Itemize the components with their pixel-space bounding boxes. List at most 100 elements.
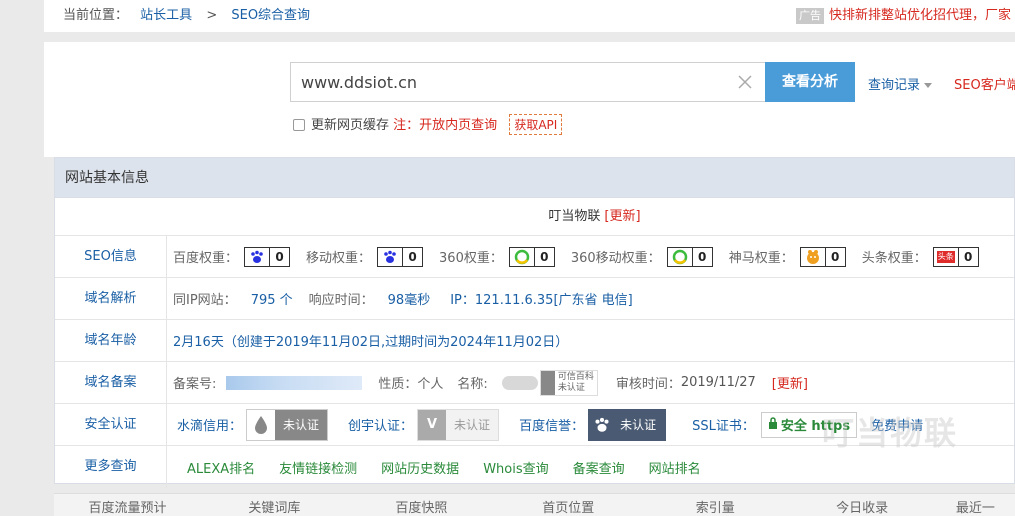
review-value: 2019/11/27 bbox=[680, 375, 756, 390]
toutiao-tag: 头条 bbox=[936, 250, 955, 263]
360-icon bbox=[510, 248, 534, 266]
link-icp[interactable]: 备案查询 bbox=[573, 458, 625, 477]
weight-value: 0 bbox=[533, 247, 554, 266]
site-update-link[interactable]: [更新] bbox=[604, 209, 640, 224]
weight-360[interactable]: 360权重： 0 bbox=[439, 246, 555, 267]
breadcrumb-separator: > bbox=[206, 8, 218, 23]
link-history[interactable]: 网站历史数据 bbox=[381, 458, 459, 477]
domain-resolve-body: 同IP网站： 795 个 响应时间： 98毫秒 IP： 121.11.6.35[… bbox=[167, 278, 1014, 319]
weight-badge: 0 bbox=[244, 246, 291, 267]
weight-name: 360移动权重： bbox=[570, 251, 661, 266]
domain-resolve-row: 域名解析 同IP网站： 795 个 响应时间： 98毫秒 IP： 121.11.… bbox=[55, 278, 1014, 320]
link-friend-links[interactable]: 友情链接检测 bbox=[279, 458, 357, 477]
icp-update-link[interactable]: [更新] bbox=[772, 373, 808, 392]
weight-360-mobile[interactable]: 360移动权重： 0 bbox=[570, 246, 713, 267]
review-label: 审核时间： bbox=[615, 377, 681, 392]
icp-number-redacted[interactable] bbox=[226, 375, 363, 390]
breadcrumb-item-seo[interactable]: SEO综合查询 bbox=[231, 8, 310, 23]
tab-snapshot[interactable]: 百度快照 bbox=[348, 494, 495, 516]
history-dropdown[interactable]: 查询记录 bbox=[868, 74, 933, 93]
icp-number-label: 备案号: bbox=[173, 377, 217, 392]
weight-name: 头条权重： bbox=[861, 251, 927, 266]
weight-baidu[interactable]: 百度权重： 0 bbox=[173, 246, 291, 267]
link-alexa[interactable]: ALEXA排名 bbox=[187, 458, 255, 477]
weight-badge: 头条 0 bbox=[932, 246, 979, 267]
link-whois[interactable]: Whois查询 bbox=[483, 458, 548, 477]
close-icon[interactable] bbox=[735, 72, 755, 92]
inner-page-note[interactable]: 注：开放内页查询 bbox=[393, 118, 497, 133]
seo-weights: 百度权重： 0 移动权重： 0 360权重： 0 360移动权重： 0 神马权重… bbox=[167, 236, 1014, 277]
weight-name: 神马权重： bbox=[728, 251, 794, 266]
breadcrumb: 当前位置： 站长工具 > SEO综合查询 bbox=[63, 4, 310, 23]
watermark: 叮当物联 bbox=[822, 414, 959, 452]
icp-label: 域名备案 bbox=[55, 362, 167, 403]
baidu-credit-label: 百度信誉： bbox=[519, 419, 585, 434]
weight-badge: 0 bbox=[666, 246, 713, 267]
water-drop-icon bbox=[247, 409, 276, 440]
search-input[interactable] bbox=[301, 63, 721, 101]
tab-recent[interactable]: 最近一 bbox=[936, 494, 1015, 516]
shuidi-value: 未认证 bbox=[283, 418, 320, 432]
tab-homepage-position[interactable]: 首页位置 bbox=[495, 494, 642, 516]
more-label: 更多查询 bbox=[55, 446, 167, 488]
link-rank[interactable]: 网站排名 bbox=[649, 458, 701, 477]
domain-age-label: 域名年龄 bbox=[55, 320, 167, 361]
ip-label: IP： bbox=[450, 293, 475, 308]
toutiao-icon: 头条 bbox=[934, 248, 958, 266]
weight-name: 百度权重： bbox=[173, 251, 239, 266]
baike-icon bbox=[540, 370, 555, 395]
baike-line2: 未认证 bbox=[557, 382, 585, 393]
v-badge-icon: V bbox=[418, 409, 447, 440]
refresh-cache-label: 更新网页缓存 bbox=[311, 118, 390, 133]
chuangyu-label: 创宇认证： bbox=[348, 419, 414, 434]
get-api-button[interactable]: 获取API bbox=[509, 114, 563, 135]
name-redacted bbox=[501, 375, 538, 390]
domain-age-body: 2月16天（创建于2019年11月02日,过期时间为2024年11月02日） bbox=[167, 320, 1014, 361]
seo-row: SEO信息 百度权重： 0 移动权重： 0 360权重： 0 360移动权重： … bbox=[55, 236, 1014, 278]
nature-value: 个人 bbox=[417, 377, 444, 392]
icp-body: 备案号: 性质： 个人 名称: 可信百科 未认证 审核时间： 2019/11/2… bbox=[167, 362, 1014, 403]
site-name: 叮当物联 bbox=[548, 209, 601, 224]
weight-value: 0 bbox=[824, 247, 845, 266]
breadcrumb-item-tools[interactable]: 站长工具 bbox=[140, 8, 192, 23]
360-icon bbox=[668, 248, 692, 266]
same-ip-value[interactable]: 795 个 bbox=[251, 289, 293, 308]
domain-age-value: 2月16天（创建于2019年11月02日,过期时间为2024年11月02日） bbox=[173, 335, 569, 350]
bottom-tabs: 百度流量预计 关键词库 百度快照 首页位置 索引量 今日收录 最近一 bbox=[54, 493, 1015, 516]
domain-resolve-label: 域名解析 bbox=[55, 278, 167, 319]
seo-client-link[interactable]: SEO客户端 bbox=[954, 74, 1015, 93]
lock-icon bbox=[768, 416, 778, 433]
chuangyu-badge[interactable]: V 未认证 bbox=[417, 408, 500, 441]
ad-text[interactable]: 快排新排整站优化招代理，厂家 bbox=[829, 8, 1011, 23]
shuidi-badge[interactable]: 未认证 bbox=[246, 408, 329, 441]
icp-row: 域名备案 备案号: 性质： 个人 名称: 可信百科 未认证 审核时间： 2019… bbox=[55, 362, 1014, 404]
refresh-cache-checkbox[interactable] bbox=[293, 119, 305, 131]
weight-toutiao[interactable]: 头条权重： 头条 0 bbox=[861, 246, 979, 267]
baidu-paw-icon bbox=[588, 409, 616, 441]
chuangyu-value: 未认证 bbox=[454, 418, 491, 432]
shuidi-label: 水滴信用： bbox=[177, 419, 243, 434]
breadcrumb-prefix: 当前位置： bbox=[63, 8, 129, 23]
tab-traffic[interactable]: 百度流量预计 bbox=[54, 494, 201, 516]
tab-keywords[interactable]: 关键词库 bbox=[201, 494, 348, 516]
domain-age-row: 域名年龄 2月16天（创建于2019年11月02日,过期时间为2024年11月0… bbox=[55, 320, 1014, 362]
tab-today-indexed[interactable]: 今日收录 bbox=[789, 494, 936, 516]
weight-value: 0 bbox=[269, 247, 289, 266]
baidu-credit-badge[interactable]: 未认证 bbox=[588, 408, 667, 441]
weight-value: 0 bbox=[402, 247, 422, 266]
response-value: 98毫秒 bbox=[387, 293, 431, 308]
nature-label: 性质： bbox=[378, 377, 418, 392]
search-box bbox=[290, 62, 766, 102]
same-ip-label: 同IP网站： bbox=[173, 293, 237, 308]
weight-shenma[interactable]: 神马权重： 0 bbox=[728, 246, 846, 267]
analyze-button[interactable]: 查看分析 bbox=[765, 62, 855, 102]
ad-banner[interactable]: 广告 快排新排整站优化招代理，厂家 bbox=[796, 4, 1011, 24]
ip-value[interactable]: 121.11.6.35[广东省 电信] bbox=[475, 289, 633, 308]
weight-mobile[interactable]: 移动权重： 0 bbox=[306, 246, 424, 267]
baike-line1: 可信百科 bbox=[557, 371, 594, 382]
baidu-credit-value: 未认证 bbox=[620, 418, 657, 432]
baike-text: 可信百科 未认证 bbox=[555, 372, 597, 394]
baike-badge[interactable]: 可信百科 未认证 bbox=[539, 369, 598, 396]
tab-index[interactable]: 索引量 bbox=[642, 494, 789, 516]
panel-title: 网站基本信息 bbox=[55, 158, 1014, 198]
